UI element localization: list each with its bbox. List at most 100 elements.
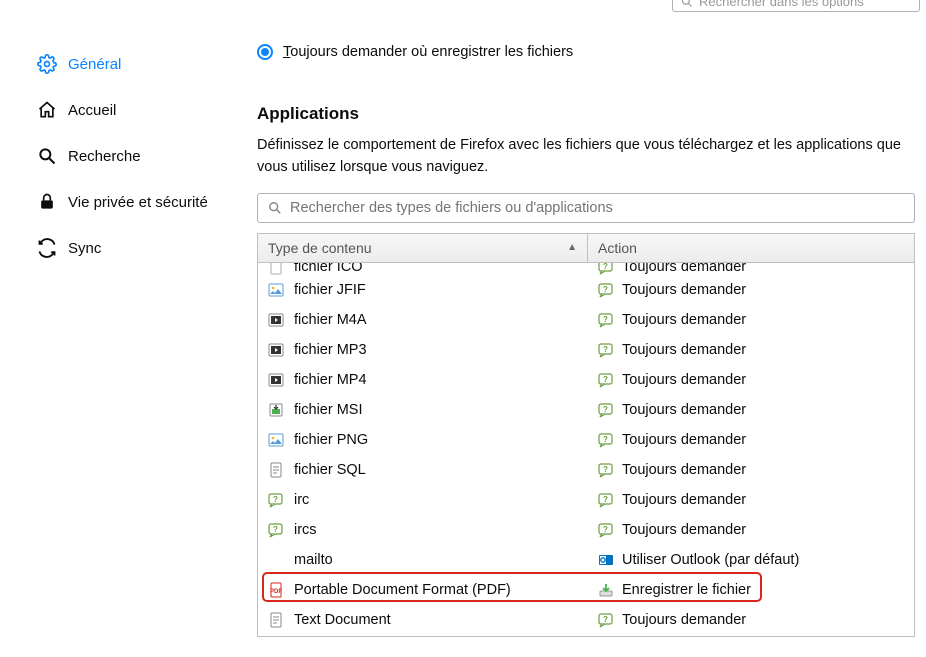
table-row[interactable]: fichier MSI? Toujours demander: [258, 395, 914, 425]
sidebar-item-privacy[interactable]: Vie privée et sécurité: [28, 182, 228, 222]
table-row[interactable]: ?irc?Toujours demander: [258, 485, 914, 515]
sync-icon: [36, 238, 58, 258]
search-icon: [36, 146, 58, 166]
action-label: Utiliser Outlook (par défaut): [622, 552, 799, 568]
none-icon: [268, 552, 284, 568]
svg-text:PDF: PDF: [270, 589, 282, 595]
search-icon: [268, 201, 282, 215]
table-row[interactable]: fichier MP3? Toujours demander: [258, 335, 914, 365]
media-file-icon: [268, 342, 284, 358]
save-icon: [598, 582, 614, 598]
content-type-label: fichier MP3: [294, 342, 367, 358]
image-file-icon: [268, 432, 284, 448]
content-type-label: fichier M4A: [294, 312, 367, 328]
sidebar-item-general[interactable]: Général: [28, 44, 228, 84]
svg-text:?: ?: [603, 495, 608, 504]
sidebar-item-search[interactable]: Recherche: [28, 136, 228, 176]
media-file-icon: [268, 372, 284, 388]
table-row[interactable]: PDF Portable Document Format (PDF) Enregis…: [258, 575, 914, 605]
sort-ascending-icon: ▲: [567, 242, 577, 253]
sidebar-item-sync[interactable]: Sync: [28, 228, 228, 268]
content-type-label: fichier PNG: [294, 432, 368, 448]
ask-icon: ?: [598, 402, 614, 418]
action-label: Toujours demander: [622, 612, 746, 628]
content-type-label: fichier MSI: [294, 402, 363, 418]
svg-text:?: ?: [603, 615, 608, 624]
sidebar-item-home[interactable]: Accueil: [28, 90, 228, 130]
outlook-icon: [598, 552, 614, 568]
gear-icon: [36, 54, 58, 74]
home-icon: [36, 100, 58, 120]
sidebar-item-label: Accueil: [68, 102, 116, 119]
action-label: Toujours demander: [622, 282, 746, 298]
ask-icon: ?: [598, 282, 614, 298]
radio-always-ask-save[interactable]: Toujours demander où enregistrer les fic…: [257, 44, 919, 60]
ask-icon: ?: [598, 492, 614, 508]
ask-icon: ?: [598, 432, 614, 448]
content-type-label: fichier MP4: [294, 372, 367, 388]
action-label: Toujours demander: [622, 522, 746, 538]
svg-text:?: ?: [603, 465, 608, 474]
action-label: Toujours demander: [622, 263, 746, 275]
content-type-label: irc: [294, 492, 309, 508]
svg-text:?: ?: [603, 525, 608, 534]
header-content-type[interactable]: Type de contenu ▲: [258, 234, 588, 262]
applications-table-header: Type de contenu ▲ Action: [258, 234, 914, 263]
media-file-icon: [268, 312, 284, 328]
ask-icon: ?: [598, 612, 614, 628]
ask-icon: ?: [268, 492, 284, 508]
image-file-icon: [268, 282, 284, 298]
table-row[interactable]: fichier PNG? Toujours demander: [258, 425, 914, 455]
action-label: Toujours demander: [622, 462, 746, 478]
installer-file-icon: [268, 402, 284, 418]
table-row[interactable]: fichier SQL? Toujours demander: [258, 455, 914, 485]
table-row[interactable]: fichier JFIF? Toujours demander: [258, 275, 914, 305]
content-type-label: ircs: [294, 522, 317, 538]
ask-icon: ?: [598, 522, 614, 538]
svg-text:?: ?: [603, 405, 608, 414]
svg-text:?: ?: [603, 315, 608, 324]
action-label: Toujours demander: [622, 342, 746, 358]
main-content: Toujours demander où enregistrer les fic…: [257, 0, 919, 637]
sidebar-item-label: Général: [68, 56, 121, 73]
svg-text:?: ?: [603, 285, 608, 294]
table-row[interactable]: ? ircs? Toujours demander: [258, 515, 914, 545]
ask-icon: ?: [598, 312, 614, 328]
sidebar-item-label: Vie privée et sécurité: [68, 194, 208, 211]
section-description: Définissez le comportement de Firefox av…: [257, 134, 919, 179]
content-type-label: Text Document: [294, 612, 391, 628]
action-label: Toujours demander: [622, 402, 746, 418]
content-type-label: fichier ICO: [294, 263, 363, 275]
action-label: Toujours demander: [622, 312, 746, 328]
content-type-label: Portable Document Format (PDF): [294, 582, 511, 598]
table-row[interactable]: fichier M4A? Toujours demander: [258, 305, 914, 335]
ask-icon: ?: [598, 462, 614, 478]
text-file-icon: [268, 462, 284, 478]
text-file-icon: [268, 612, 284, 628]
table-row[interactable]: fichier MP4?Toujours demander: [258, 365, 914, 395]
content-type-label: mailto: [294, 552, 333, 568]
action-label: Toujours demander: [622, 432, 746, 448]
svg-text:?: ?: [603, 435, 608, 444]
svg-text:?: ?: [603, 263, 608, 271]
ask-icon: ?: [598, 263, 614, 275]
ask-icon: ?: [598, 342, 614, 358]
svg-text:?: ?: [603, 375, 608, 384]
table-row[interactable]: Text Document? Toujours demander: [258, 605, 914, 635]
applications-search-field[interactable]: [290, 200, 904, 216]
sidebar: Général Accueil Recherche Vie privée et …: [28, 44, 228, 274]
action-label: Enregistrer le fichier: [622, 582, 751, 598]
ask-icon: ?: [598, 372, 614, 388]
applications-search-input[interactable]: [257, 193, 915, 223]
svg-text:?: ?: [603, 345, 608, 354]
table-row[interactable]: mailto Utiliser Outlook (par défaut): [258, 545, 914, 575]
table-row[interactable]: fichier ICO? Toujours demander: [258, 263, 914, 275]
content-type-label: fichier JFIF: [294, 282, 366, 298]
applications-table-body[interactable]: fichier ICO?Toujours demanderfichier JFI…: [258, 263, 914, 636]
content-type-label: fichier SQL: [294, 462, 366, 478]
radio-label: Toujours demander où enregistrer les fic…: [283, 44, 573, 60]
pdf-file-icon: PDF: [268, 582, 284, 598]
sidebar-item-label: Recherche: [68, 148, 141, 165]
header-action[interactable]: Action: [588, 234, 914, 262]
ask-icon: ?: [268, 522, 284, 538]
